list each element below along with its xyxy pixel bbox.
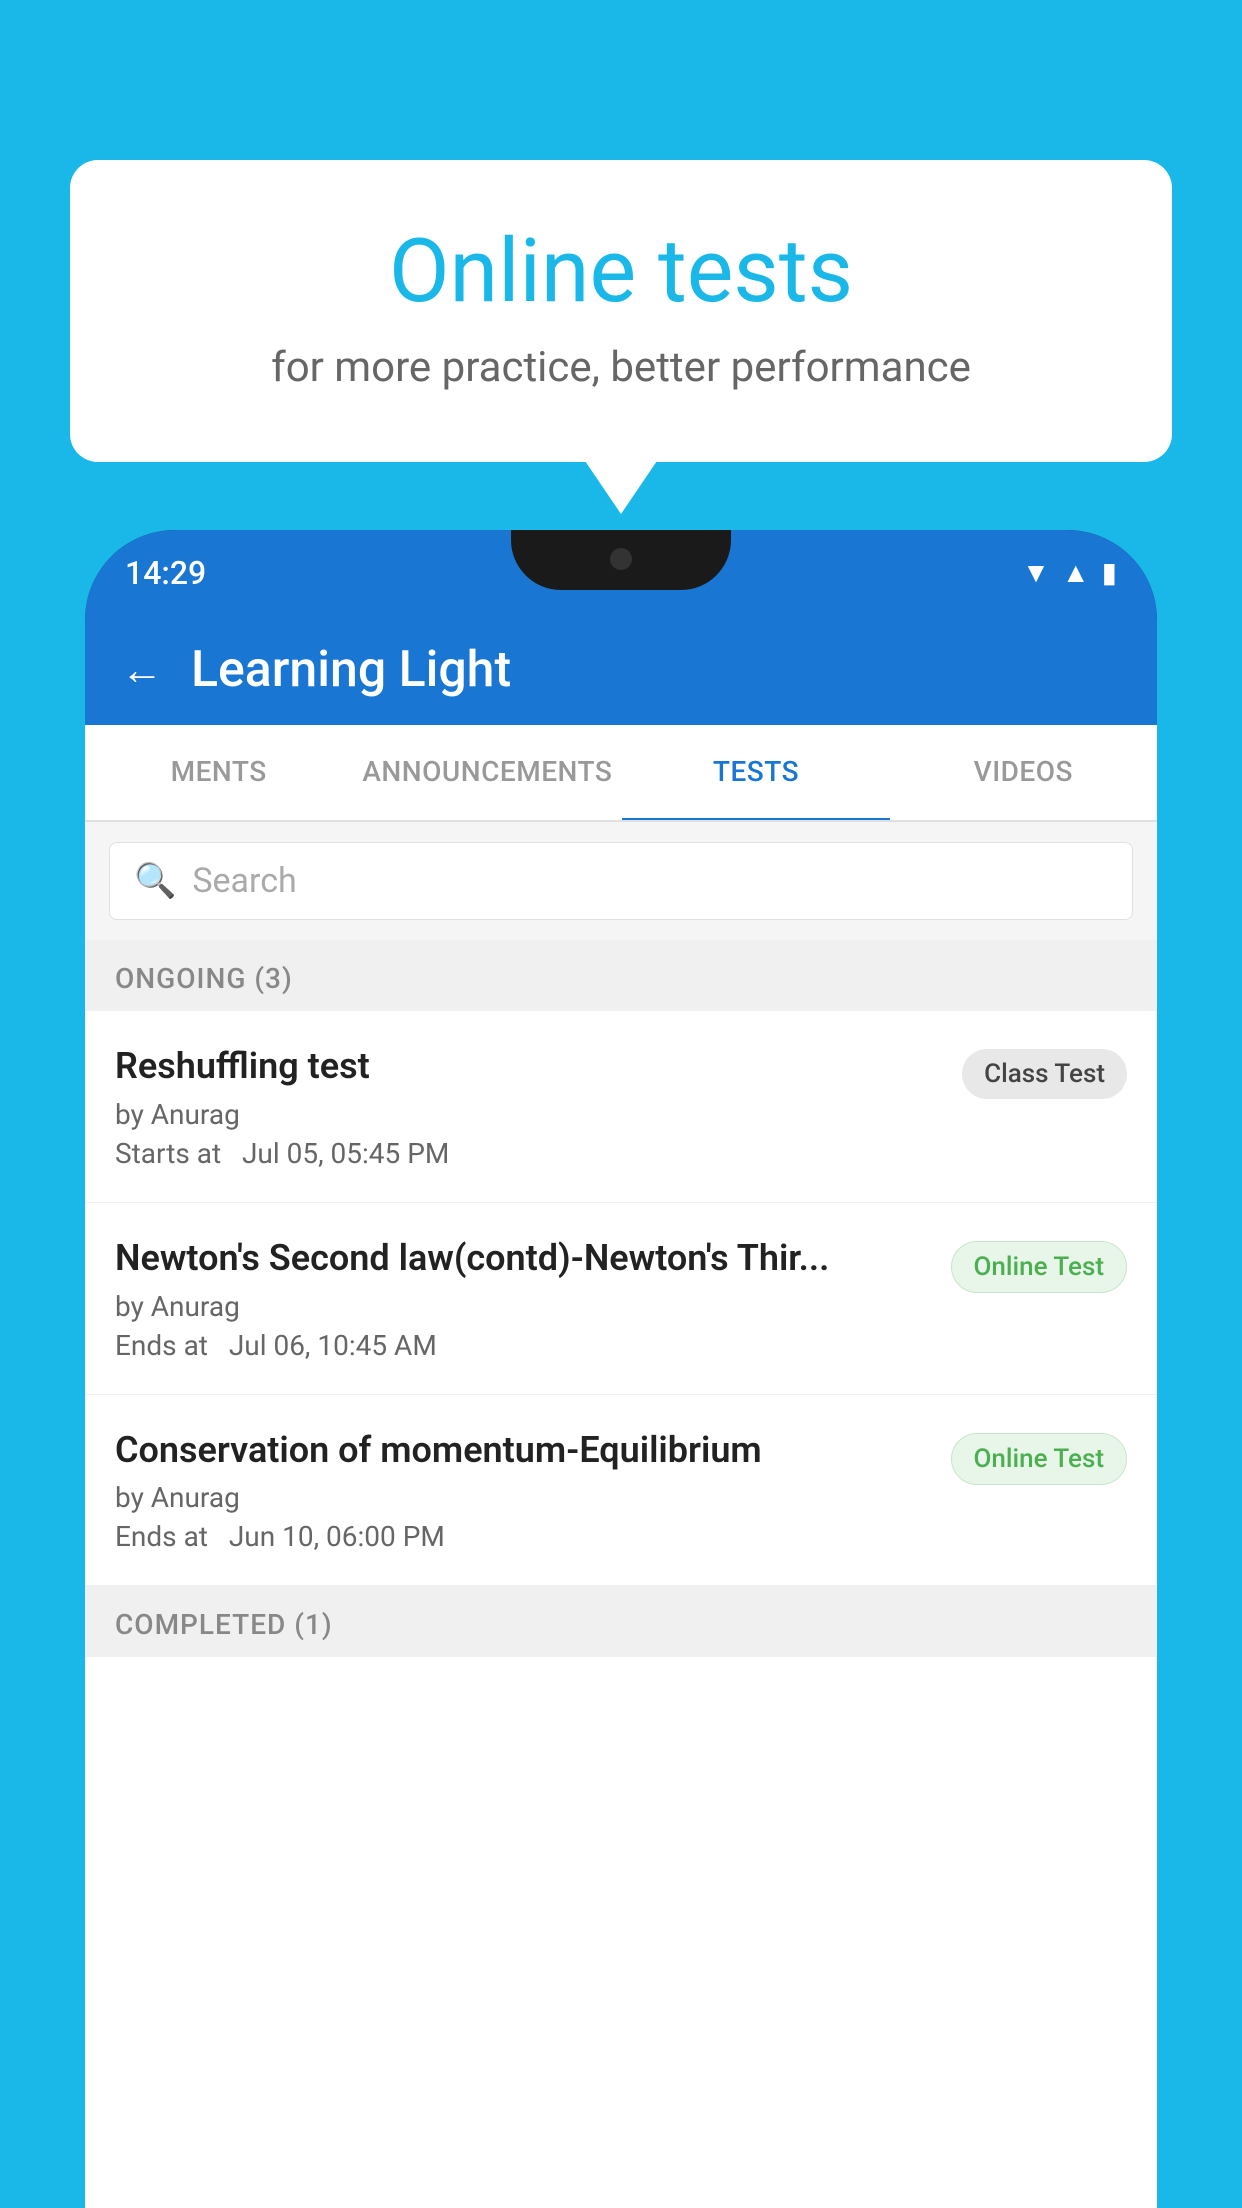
search-icon: 🔍 <box>134 861 176 901</box>
test-item-conservation[interactable]: Conservation of momentum-Equilibrium by … <box>85 1395 1157 1587</box>
phone-device: 14:29 ▼ ▲ ▮ ← Learning Light MENTS ANNOU… <box>85 530 1157 2208</box>
tab-announcements[interactable]: ANNOUNCEMENTS <box>352 725 622 822</box>
test-item-conservation-date: Ends at Jun 10, 06:00 PM <box>115 1520 931 1553</box>
badge-class-test: Class Test <box>962 1049 1127 1099</box>
status-icons: ▼ ▲ ▮ <box>1022 556 1117 589</box>
test-item-reshuffling-title: Reshuffling test <box>115 1043 942 1090</box>
camera-notch <box>610 548 632 570</box>
test-item-conservation-title: Conservation of momentum-Equilibrium <box>115 1427 931 1474</box>
app-bar: ← Learning Light <box>85 615 1157 725</box>
test-item-newtons-date: Ends at Jul 06, 10:45 AM <box>115 1329 931 1362</box>
phone-screen: MENTS ANNOUNCEMENTS TESTS VIDEOS 🔍 Searc… <box>85 725 1157 2208</box>
app-bar-title: Learning Light <box>191 641 511 699</box>
ongoing-section-header: ONGOING (3) <box>85 940 1157 1011</box>
test-item-conservation-author: by Anurag <box>115 1481 931 1514</box>
battery-icon: ▮ <box>1102 556 1117 589</box>
tab-videos[interactable]: VIDEOS <box>890 725 1157 822</box>
back-button[interactable]: ← <box>121 646 163 695</box>
tabs-container: MENTS ANNOUNCEMENTS TESTS VIDEOS <box>85 725 1157 822</box>
test-item-reshuffling-date: Starts at Jul 05, 05:45 PM <box>115 1137 942 1170</box>
test-item-newtons-author: by Anurag <box>115 1290 931 1323</box>
test-item-newtons-title: Newton's Second law(contd)-Newton's Thir… <box>115 1235 931 1282</box>
signal-icon: ▲ <box>1062 556 1090 589</box>
completed-header-text: COMPLETED (1) <box>115 1608 333 1641</box>
status-bar: 14:29 ▼ ▲ ▮ <box>85 530 1157 615</box>
status-time: 14:29 <box>125 554 206 592</box>
speech-bubble: Online tests for more practice, better p… <box>70 160 1172 462</box>
badge-online-test-2: Online Test <box>951 1433 1128 1485</box>
search-bar[interactable]: 🔍 Search <box>109 842 1133 920</box>
search-placeholder: Search <box>192 861 296 901</box>
ongoing-header-text: ONGOING (3) <box>115 962 293 995</box>
badge-online-test-1: Online Test <box>951 1241 1128 1293</box>
tab-ments[interactable]: MENTS <box>85 725 352 822</box>
test-item-newtons-content: Newton's Second law(contd)-Newton's Thir… <box>115 1235 931 1362</box>
search-container: 🔍 Search <box>85 822 1157 940</box>
wifi-icon: ▼ <box>1022 556 1050 589</box>
test-item-reshuffling-content: Reshuffling test by Anurag Starts at Jul… <box>115 1043 942 1170</box>
test-item-reshuffling-author: by Anurag <box>115 1098 942 1131</box>
test-item-reshuffling[interactable]: Reshuffling test by Anurag Starts at Jul… <box>85 1011 1157 1203</box>
speech-bubble-subtitle: for more practice, better performance <box>150 343 1092 392</box>
tab-tests[interactable]: TESTS <box>622 725 889 822</box>
test-item-conservation-content: Conservation of momentum-Equilibrium by … <box>115 1427 931 1554</box>
speech-bubble-title: Online tests <box>150 220 1092 323</box>
completed-section-header: COMPLETED (1) <box>85 1586 1157 1657</box>
test-item-newtons[interactable]: Newton's Second law(contd)-Newton's Thir… <box>85 1203 1157 1395</box>
